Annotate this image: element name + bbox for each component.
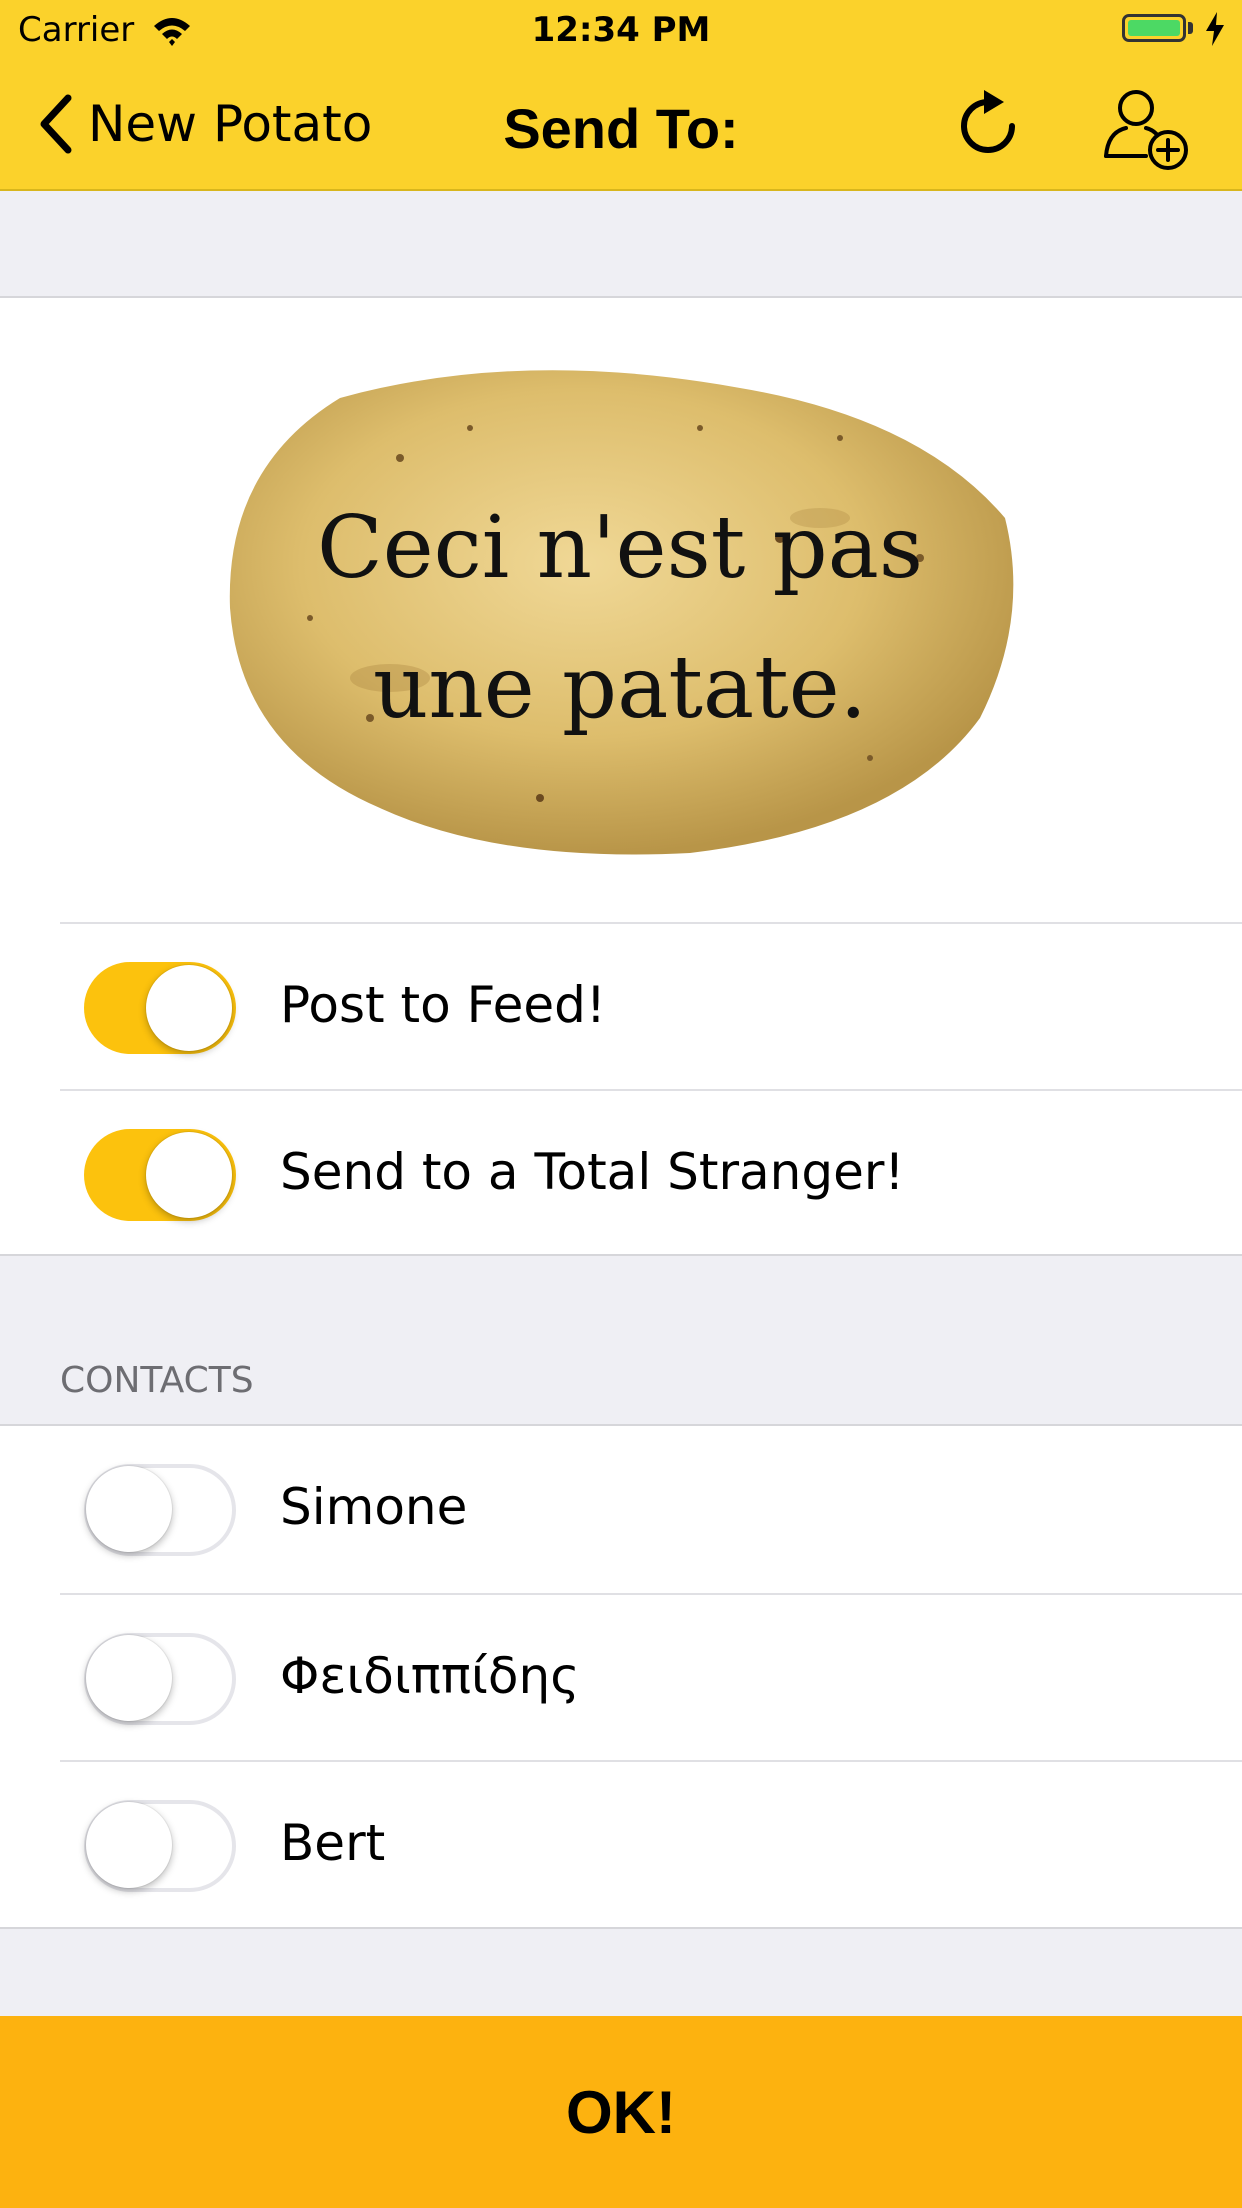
add-contact-icon[interactable] [1102,88,1190,172]
contact-name: Bert [280,1814,386,1872]
send-to-stranger-toggle[interactable] [84,1129,236,1221]
potato-card: Ceci n'est pas une patate. Post to Feed!… [0,296,1242,1256]
contacts-list: Simone Φειδιππίδης Bert [0,1424,1242,1929]
refresh-icon[interactable] [958,90,1024,162]
status-bar: Carrier 12:34 PM [0,0,1242,60]
contact-name: Simone [280,1478,468,1536]
potato-message-line1: Ceci n'est pas [316,498,924,598]
toggle-knob [146,965,232,1051]
back-button[interactable]: New Potato [36,92,372,156]
contact-row[interactable]: Simone [60,1426,1242,1593]
potato-image: Ceci n'est pas une patate. [220,358,1020,858]
charging-icon [1206,12,1224,46]
chevron-left-icon [40,94,72,154]
contact-toggle-simone[interactable] [84,1464,236,1556]
toggle-knob [86,1635,172,1721]
battery-icon [1122,14,1186,42]
toggle-knob [86,1802,172,1888]
contacts-section-header: CONTACTS [60,1360,254,1401]
potato-message-line2: une patate. [373,638,867,738]
ok-button[interactable]: OK! [0,2016,1242,2208]
contact-toggle-bert[interactable] [84,1800,236,1892]
post-to-feed-toggle[interactable] [84,962,236,1054]
contact-name: Φειδιππίδης [280,1647,580,1705]
potato-message: Ceci n'est pas une patate. [220,478,1020,758]
contact-toggle-feidippidis[interactable] [84,1633,236,1725]
back-button-label: New Potato [88,95,373,153]
option-label: Send to a Total Stranger! [280,1143,905,1201]
contact-row[interactable]: Φειδιππίδης [60,1593,1242,1760]
status-time: 12:34 PM [531,10,711,50]
option-row-send-to-stranger[interactable]: Send to a Total Stranger! [60,1089,1242,1256]
ok-button-label: OK! [566,2079,676,2146]
contact-row[interactable]: Bert [60,1760,1242,1927]
battery-tip [1188,22,1193,34]
toggle-knob [86,1466,172,1552]
toggle-knob [146,1132,232,1218]
navigation-bar: New Potato Send To: [0,60,1242,191]
option-row-post-to-feed[interactable]: Post to Feed! [60,922,1242,1089]
option-label: Post to Feed! [280,976,606,1034]
